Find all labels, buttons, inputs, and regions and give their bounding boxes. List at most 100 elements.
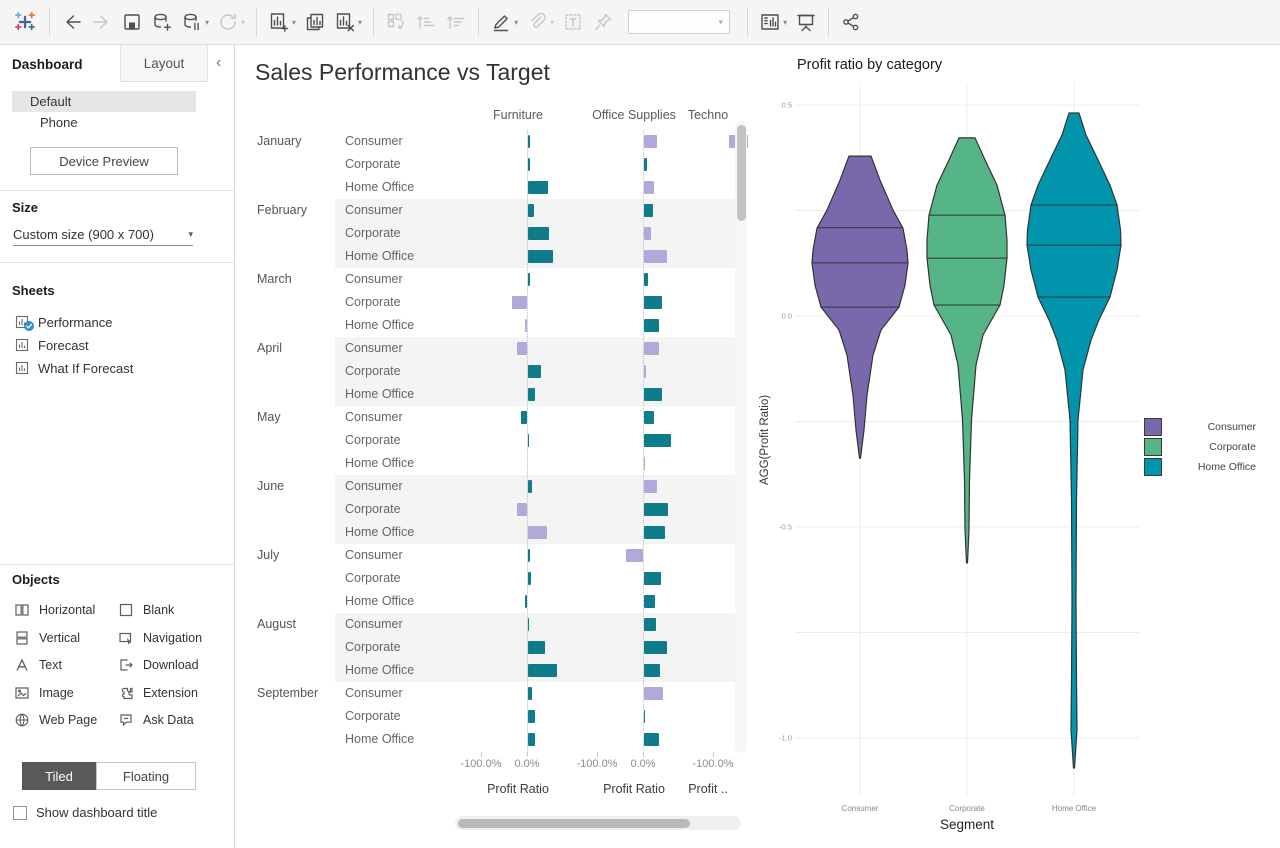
bar-june-consumer-furniture[interactable] <box>528 480 532 493</box>
legend-item-corporate[interactable]: Corporate <box>1144 437 1256 457</box>
chevron-down-icon[interactable]: ▾ <box>358 18 362 27</box>
object-item-blank[interactable]: Blank <box>118 600 174 620</box>
bar-june-home-office-furniture[interactable] <box>528 526 547 539</box>
object-item-navigation[interactable]: Navigation <box>118 628 202 648</box>
add-data-source-button[interactable] <box>147 7 177 37</box>
bar-june-consumer-office_supplies[interactable] <box>644 480 657 493</box>
refresh-data-source-button[interactable]: ▾ <box>213 7 249 37</box>
bar-september-home-office-furniture[interactable] <box>528 733 535 746</box>
object-item-vertical[interactable]: Vertical <box>14 628 80 648</box>
bar-august-corporate-office_supplies[interactable] <box>644 641 667 654</box>
presentation-mode-button[interactable] <box>791 7 821 37</box>
bar-june-corporate-furniture[interactable] <box>517 503 527 516</box>
bar-july-home-office-office_supplies[interactable] <box>644 595 655 608</box>
sheet-item-what-if-forecast[interactable]: What If Forecast <box>14 357 133 379</box>
bar-march-home-office-office_supplies[interactable] <box>644 319 659 332</box>
object-item-extension[interactable]: Extension <box>118 683 198 703</box>
bar-january-home-office-office_supplies[interactable] <box>644 181 654 194</box>
violin-corporate[interactable] <box>927 138 1007 563</box>
bar-september-consumer-furniture[interactable] <box>528 687 532 700</box>
bar-april-consumer-office_supplies[interactable] <box>644 342 659 355</box>
vertical-scrollbar-thumb[interactable] <box>737 125 746 221</box>
device-preview-button[interactable]: Device Preview <box>30 147 178 175</box>
legend-item-consumer[interactable]: Consumer <box>1144 417 1256 437</box>
device-option-default[interactable]: Default <box>12 91 196 112</box>
chevron-down-icon[interactable]: ▾ <box>292 18 296 27</box>
tab-dashboard[interactable]: Dashboard <box>12 57 83 72</box>
horizontal-scrollbar[interactable] <box>455 816 741 830</box>
swap-rows-columns-button[interactable] <box>381 7 411 37</box>
tab-layout[interactable]: Layout <box>120 45 208 82</box>
chevron-down-icon[interactable]: ▾ <box>514 18 518 27</box>
bar-march-corporate-office_supplies[interactable] <box>644 296 662 309</box>
legend-item-home-office[interactable]: Home Office <box>1144 457 1256 477</box>
violin-home-office[interactable] <box>1027 113 1121 768</box>
bar-april-home-office-furniture[interactable] <box>528 388 535 401</box>
chevron-down-icon[interactable]: ▾ <box>550 18 554 27</box>
bar-may-corporate-furniture[interactable] <box>528 434 529 447</box>
chevron-down-icon[interactable]: ▾ <box>205 18 209 27</box>
fit-selector[interactable]: ▾ <box>628 10 730 34</box>
bar-july-consumer-office_supplies[interactable] <box>626 549 643 562</box>
bar-june-home-office-office_supplies[interactable] <box>644 526 665 539</box>
bar-april-corporate-furniture[interactable] <box>528 365 541 378</box>
highlighter-button[interactable]: ▾ <box>486 7 522 37</box>
bar-march-home-office-furniture[interactable] <box>525 319 527 332</box>
paperclip-button[interactable]: ▾ <box>522 7 558 37</box>
bar-may-home-office-office_supplies[interactable] <box>644 457 645 470</box>
bar-september-consumer-office_supplies[interactable] <box>644 687 663 700</box>
bar-march-consumer-furniture[interactable] <box>528 273 530 286</box>
tableau-logo[interactable] <box>8 7 42 37</box>
bar-september-corporate-office_supplies[interactable] <box>644 710 645 723</box>
object-item-ask-data[interactable]: Ask Data <box>118 710 194 730</box>
bar-may-consumer-furniture[interactable] <box>521 411 527 424</box>
bar-february-consumer-office_supplies[interactable] <box>644 204 653 217</box>
bar-february-home-office-office_supplies[interactable] <box>644 250 667 263</box>
bar-april-consumer-furniture[interactable] <box>517 342 527 355</box>
size-select[interactable]: Custom size (900 x 700) ▾ <box>13 224 193 246</box>
bar-january-corporate-office_supplies[interactable] <box>644 158 647 171</box>
bar-may-corporate-office_supplies[interactable] <box>644 434 671 447</box>
chevron-down-icon[interactable]: ▾ <box>783 18 787 27</box>
bar-august-home-office-office_supplies[interactable] <box>644 664 660 677</box>
object-item-image[interactable]: Image <box>14 683 74 703</box>
floating-button[interactable]: Floating <box>96 762 196 790</box>
bar-april-corporate-office_supplies[interactable] <box>644 365 646 378</box>
object-item-web-page[interactable]: Web Page <box>14 710 97 730</box>
device-option-phone[interactable]: Phone <box>12 112 196 133</box>
bar-july-corporate-furniture[interactable] <box>528 572 531 585</box>
bar-january-consumer-office_supplies[interactable] <box>644 135 657 148</box>
text-label-button[interactable] <box>558 7 588 37</box>
bar-february-corporate-furniture[interactable] <box>528 227 549 240</box>
bar-august-home-office-furniture[interactable] <box>528 664 557 677</box>
bar-august-consumer-office_supplies[interactable] <box>644 618 656 631</box>
bar-june-corporate-office_supplies[interactable] <box>644 503 668 516</box>
bar-january-home-office-furniture[interactable] <box>528 181 548 194</box>
bar-january-consumer-furniture[interactable] <box>528 135 530 148</box>
sort-ascending-button[interactable] <box>411 7 441 37</box>
share-button[interactable] <box>836 7 866 37</box>
bar-april-home-office-office_supplies[interactable] <box>644 388 662 401</box>
bar-september-home-office-office_supplies[interactable] <box>644 733 659 746</box>
bar-july-consumer-furniture[interactable] <box>528 549 530 562</box>
show-hide-cards-button[interactable]: ▾ <box>755 7 791 37</box>
bar-july-corporate-office_supplies[interactable] <box>644 572 661 585</box>
bar-september-corporate-furniture[interactable] <box>528 710 535 723</box>
object-item-text[interactable]: Text <box>14 655 62 675</box>
horizontal-scrollbar-thumb[interactable] <box>458 819 690 828</box>
new-worksheet-button[interactable]: ▾ <box>264 7 300 37</box>
duplicate-sheet-button[interactable] <box>300 7 330 37</box>
chevron-down-icon[interactable]: ▾ <box>241 18 245 27</box>
sheet-item-forecast[interactable]: Forecast <box>14 334 89 356</box>
bar-january-corporate-furniture[interactable] <box>528 158 530 171</box>
bar-may-consumer-office_supplies[interactable] <box>644 411 654 424</box>
vertical-scrollbar[interactable] <box>735 121 747 753</box>
chevron-left-icon[interactable]: ‹ <box>216 54 221 72</box>
pin-button[interactable] <box>588 7 618 37</box>
bar-february-corporate-office_supplies[interactable] <box>644 227 651 240</box>
bar-august-corporate-furniture[interactable] <box>528 641 545 654</box>
bar-march-consumer-office_supplies[interactable] <box>644 273 648 286</box>
sort-descending-button[interactable] <box>441 7 471 37</box>
object-item-horizontal[interactable]: Horizontal <box>14 600 95 620</box>
tiled-button[interactable]: Tiled <box>22 762 96 790</box>
